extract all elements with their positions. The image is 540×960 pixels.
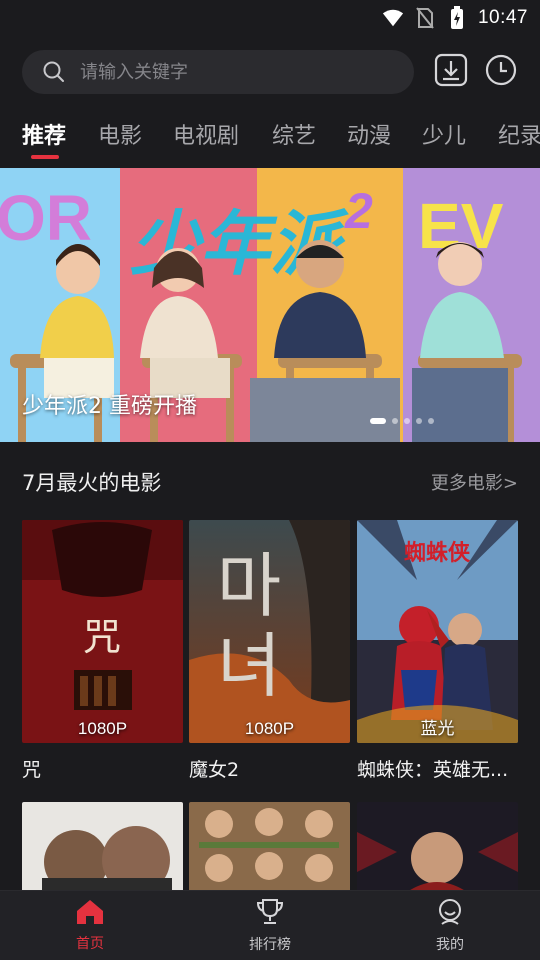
wifi-icon — [382, 7, 404, 29]
search-row — [22, 50, 522, 94]
banner-dot — [404, 418, 410, 424]
quality-badge: 蓝光 — [420, 719, 455, 738]
search-box[interactable] — [22, 50, 414, 94]
tab-documentary[interactable]: 纪录 — [498, 118, 540, 150]
movie-card[interactable]: 蜘蛛侠 蓝光 蜘蛛侠：英雄无... — [357, 520, 518, 782]
banner-dot-active — [370, 418, 386, 424]
movie-poster[interactable] — [22, 802, 183, 892]
movie-poster[interactable]: 蜘蛛侠 蓝光 — [357, 520, 518, 743]
tab-anime[interactable]: 动漫 — [347, 118, 391, 150]
section-header: 7月最火的电影 更多电影> — [22, 466, 518, 498]
poster-art-row2-2 — [189, 802, 350, 892]
quality-badge: 1080P — [244, 719, 295, 738]
no-sim-icon — [414, 7, 436, 29]
nav-profile[interactable]: 我的 — [390, 898, 510, 954]
tab-recommend[interactable]: 推荐 — [22, 118, 66, 150]
quality-badge: 1080P — [77, 719, 128, 738]
banner-dot — [392, 418, 398, 424]
nav-home[interactable]: 首页 — [30, 899, 150, 953]
movie-card[interactable]: 마 녀 1080P 魔女2 — [189, 520, 350, 782]
bottom-navigation: 首页 排行榜 我的 — [0, 890, 540, 960]
active-tab-indicator — [31, 155, 59, 159]
movie-title: 蜘蛛侠：英雄无... — [357, 759, 509, 781]
movie-card[interactable]: 咒 1080P 咒 — [22, 520, 183, 782]
hero-banner[interactable]: OR 少年派 2 EV 少年派2 重磅开播 — [0, 168, 540, 442]
profile-icon — [436, 898, 464, 930]
tab-tv-series[interactable]: 电视剧 — [173, 118, 239, 150]
movie-poster[interactable]: 마 녀 1080P — [189, 520, 350, 743]
banner-art-text-left: OR — [0, 182, 92, 254]
search-input[interactable] — [80, 61, 380, 83]
movie-poster[interactable] — [357, 802, 518, 892]
download-icon — [434, 53, 468, 91]
nav-home-label: 首页 — [76, 935, 104, 952]
banner-dot — [416, 418, 422, 424]
movie-card[interactable] — [22, 802, 183, 892]
download-button[interactable] — [434, 53, 468, 91]
movie-title: 咒 — [22, 759, 42, 781]
movie-card[interactable] — [357, 802, 518, 892]
status-time: 10:47 — [477, 7, 528, 28]
poster-art-spiderman: 蜘蛛侠 — [357, 520, 518, 743]
status-bar: 10:47 — [0, 0, 540, 36]
banner-pagination — [370, 418, 434, 424]
movie-poster[interactable] — [189, 802, 350, 892]
tab-variety[interactable]: 综艺 — [272, 118, 316, 150]
banner-caption: 少年派2 重磅开播 — [22, 394, 197, 419]
poster-witch-glyph-2: 녀 — [217, 625, 281, 707]
nav-profile-label: 我的 — [436, 936, 464, 953]
home-icon — [76, 899, 104, 929]
nav-ranking-label: 排行榜 — [249, 936, 291, 953]
trophy-icon — [255, 898, 285, 930]
more-movies-link[interactable]: 更多电影> — [431, 469, 518, 495]
banner-art-number: 2 — [344, 183, 373, 239]
poster-art-row2-1 — [22, 802, 183, 892]
banner-dot — [428, 418, 434, 424]
nav-ranking[interactable]: 排行榜 — [210, 898, 330, 954]
poster-art-row2-3 — [357, 802, 518, 892]
movie-card[interactable] — [189, 802, 350, 892]
search-icon — [42, 60, 66, 84]
tab-movies[interactable]: 电影 — [98, 118, 142, 150]
poster-curse-glyph: 咒 — [83, 615, 121, 659]
poster-art-curse: 咒 — [22, 520, 183, 743]
section-title: 7月最火的电影 — [22, 471, 162, 495]
history-button[interactable] — [484, 53, 518, 91]
poster-witch-glyph-1: 마 — [217, 545, 281, 627]
history-clock-icon — [484, 53, 518, 91]
poster-spider-title: 蜘蛛侠 — [404, 540, 471, 566]
category-tabs: 推荐 电影 电视剧 综艺 动漫 少儿 纪录 — [0, 112, 540, 168]
poster-art-witch: 마 녀 — [189, 520, 350, 743]
movie-title: 魔女2 — [189, 759, 240, 781]
movie-poster[interactable]: 咒 1080P — [22, 520, 183, 743]
battery-charging-icon — [446, 6, 468, 29]
tab-kids[interactable]: 少儿 — [422, 118, 466, 150]
